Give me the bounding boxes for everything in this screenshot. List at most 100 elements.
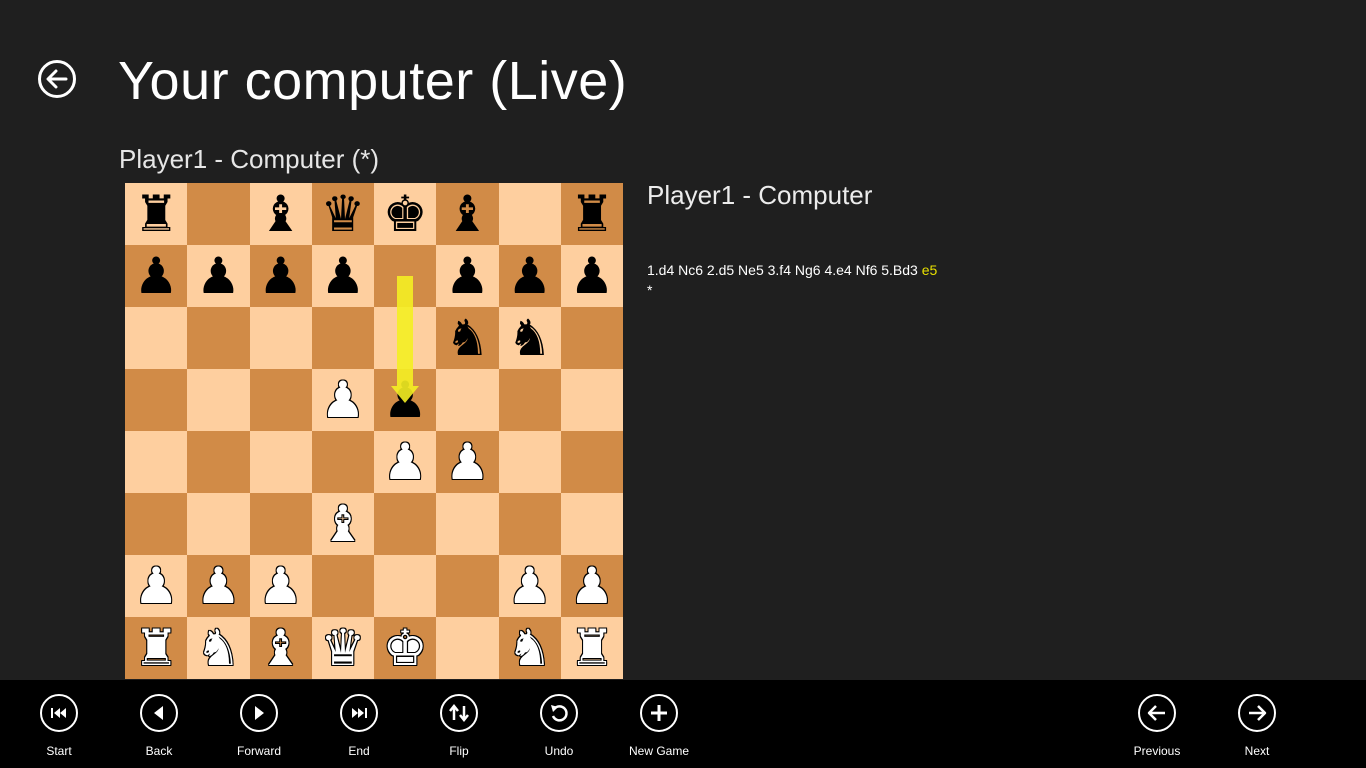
square-d8[interactable]: ♛ bbox=[311, 183, 374, 245]
next-button[interactable]: Next bbox=[1207, 694, 1307, 758]
square-f1[interactable] bbox=[436, 617, 499, 679]
white-piece[interactable]: ♜ bbox=[134, 623, 179, 673]
white-piece[interactable]: ♜ bbox=[569, 623, 614, 673]
black-piece[interactable]: ♟ bbox=[445, 251, 490, 301]
square-a5[interactable] bbox=[125, 369, 188, 431]
square-f5[interactable] bbox=[436, 369, 499, 431]
square-b1[interactable]: ♞ bbox=[187, 617, 250, 679]
square-e6[interactable] bbox=[374, 307, 437, 369]
black-piece[interactable]: ♟ bbox=[258, 251, 303, 301]
new-game-button[interactable]: New Game bbox=[609, 694, 709, 758]
black-piece[interactable]: ♝ bbox=[445, 189, 490, 239]
square-f4[interactable]: ♟ bbox=[436, 431, 499, 493]
black-piece[interactable]: ♟ bbox=[134, 251, 179, 301]
square-h6[interactable] bbox=[560, 307, 623, 369]
black-piece[interactable]: ♞ bbox=[507, 313, 552, 363]
square-c2[interactable]: ♟ bbox=[249, 555, 312, 617]
black-piece[interactable]: ♟ bbox=[383, 375, 428, 425]
black-piece[interactable]: ♜ bbox=[569, 189, 614, 239]
white-piece[interactable]: ♞ bbox=[507, 623, 552, 673]
square-a3[interactable] bbox=[125, 493, 188, 555]
white-piece[interactable]: ♝ bbox=[320, 499, 365, 549]
square-a6[interactable] bbox=[125, 307, 188, 369]
black-piece[interactable]: ♞ bbox=[445, 313, 490, 363]
square-f3[interactable] bbox=[436, 493, 499, 555]
square-c8[interactable]: ♝ bbox=[249, 183, 312, 245]
black-piece[interactable]: ♝ bbox=[258, 189, 303, 239]
square-d4[interactable] bbox=[311, 431, 374, 493]
square-d1[interactable]: ♛ bbox=[311, 617, 374, 679]
black-piece[interactable]: ♜ bbox=[134, 189, 179, 239]
black-piece[interactable]: ♟ bbox=[196, 251, 241, 301]
black-piece[interactable]: ♛ bbox=[320, 189, 365, 239]
square-d5[interactable]: ♟ bbox=[311, 369, 374, 431]
square-e1[interactable]: ♚ bbox=[374, 617, 437, 679]
square-f8[interactable]: ♝ bbox=[436, 183, 499, 245]
forward-button[interactable]: Forward bbox=[209, 694, 309, 758]
white-piece[interactable]: ♝ bbox=[258, 623, 303, 673]
square-e5[interactable]: ♟ bbox=[374, 369, 437, 431]
black-piece[interactable]: ♚ bbox=[383, 189, 428, 239]
square-d7[interactable]: ♟ bbox=[311, 245, 374, 307]
square-h2[interactable]: ♟ bbox=[560, 555, 623, 617]
black-piece[interactable]: ♟ bbox=[507, 251, 552, 301]
black-piece[interactable]: ♟ bbox=[569, 251, 614, 301]
white-piece[interactable]: ♟ bbox=[134, 561, 179, 611]
end-button[interactable]: End bbox=[309, 694, 409, 758]
square-g8[interactable] bbox=[498, 183, 561, 245]
square-c6[interactable] bbox=[249, 307, 312, 369]
square-h8[interactable]: ♜ bbox=[560, 183, 623, 245]
back-button[interactable]: Back bbox=[109, 694, 209, 758]
square-d2[interactable] bbox=[311, 555, 374, 617]
previous-button[interactable]: Previous bbox=[1107, 694, 1207, 758]
last-move-text[interactable]: e5 bbox=[922, 262, 938, 278]
square-b3[interactable] bbox=[187, 493, 250, 555]
chess-board[interactable]: ♜ ♝ ♛ ♚ ♝ ♜ ♟ ♟ ♟ ♟ ♟ ♟ ♟ ♞ ♞ ♟ ♟ ♟ ♟ ♝ ♟ ♟ ♟ ♟ ♟ ♜ ♞ ♝ ♛ ♚ ♞ ♜ bbox=[125, 183, 623, 679]
square-g6[interactable]: ♞ bbox=[498, 307, 561, 369]
square-c7[interactable]: ♟ bbox=[249, 245, 312, 307]
square-b7[interactable]: ♟ bbox=[187, 245, 250, 307]
start-button[interactable]: Start bbox=[9, 694, 109, 758]
square-b4[interactable] bbox=[187, 431, 250, 493]
square-e8[interactable]: ♚ bbox=[374, 183, 437, 245]
white-piece[interactable]: ♚ bbox=[383, 623, 428, 673]
square-d3[interactable]: ♝ bbox=[311, 493, 374, 555]
white-piece[interactable]: ♟ bbox=[507, 561, 552, 611]
square-g3[interactable] bbox=[498, 493, 561, 555]
square-h3[interactable] bbox=[560, 493, 623, 555]
square-h5[interactable] bbox=[560, 369, 623, 431]
square-e4[interactable]: ♟ bbox=[374, 431, 437, 493]
square-a2[interactable]: ♟ bbox=[125, 555, 188, 617]
square-g5[interactable] bbox=[498, 369, 561, 431]
square-g7[interactable]: ♟ bbox=[498, 245, 561, 307]
square-c4[interactable] bbox=[249, 431, 312, 493]
white-piece[interactable]: ♟ bbox=[320, 375, 365, 425]
square-e3[interactable] bbox=[374, 493, 437, 555]
square-h7[interactable]: ♟ bbox=[560, 245, 623, 307]
back-navigation-button[interactable] bbox=[38, 60, 76, 98]
square-a7[interactable]: ♟ bbox=[125, 245, 188, 307]
square-b2[interactable]: ♟ bbox=[187, 555, 250, 617]
square-b5[interactable] bbox=[187, 369, 250, 431]
white-piece[interactable]: ♟ bbox=[258, 561, 303, 611]
square-b8[interactable] bbox=[187, 183, 250, 245]
square-e7[interactable] bbox=[374, 245, 437, 307]
square-d6[interactable] bbox=[311, 307, 374, 369]
square-f2[interactable] bbox=[436, 555, 499, 617]
square-c3[interactable] bbox=[249, 493, 312, 555]
square-a8[interactable]: ♜ bbox=[125, 183, 188, 245]
white-piece[interactable]: ♞ bbox=[196, 623, 241, 673]
white-piece[interactable]: ♟ bbox=[383, 437, 428, 487]
square-f6[interactable]: ♞ bbox=[436, 307, 499, 369]
square-c5[interactable] bbox=[249, 369, 312, 431]
flip-button[interactable]: Flip bbox=[409, 694, 509, 758]
square-a1[interactable]: ♜ bbox=[125, 617, 188, 679]
square-h1[interactable]: ♜ bbox=[560, 617, 623, 679]
square-b6[interactable] bbox=[187, 307, 250, 369]
square-c1[interactable]: ♝ bbox=[249, 617, 312, 679]
square-f7[interactable]: ♟ bbox=[436, 245, 499, 307]
undo-button[interactable]: Undo bbox=[509, 694, 609, 758]
square-e2[interactable] bbox=[374, 555, 437, 617]
square-a4[interactable] bbox=[125, 431, 188, 493]
white-piece[interactable]: ♟ bbox=[569, 561, 614, 611]
